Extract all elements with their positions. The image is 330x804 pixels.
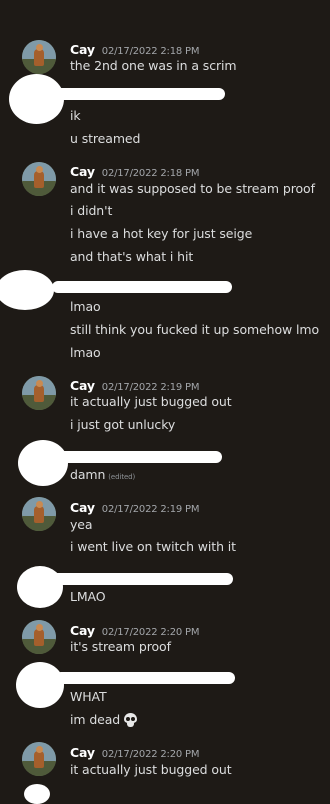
skull-icon [123,713,138,727]
message-text: it actually just bugged out [70,394,232,409]
message-text: still think you fucked it up somehow lmo [70,322,320,337]
redacted-username [55,672,235,684]
redacted-username [50,451,222,463]
message-text: and that's what i hit [70,249,194,264]
message-text: i have a hot key for just seige [70,226,253,241]
timestamp: 02/17/2022 2:18 PM [101,168,200,179]
message-text: i went live on twitch with it [70,539,236,554]
message-header: Cay 02/17/2022 2:18 PM [70,39,200,57]
timestamp: 02/17/2022 2:20 PM [101,627,200,638]
message-header: Cay 02/17/2022 2:18 PM [70,161,200,179]
timestamp: 02/17/2022 2:19 PM [101,382,200,393]
message-text: i just got unlucky [70,417,176,432]
message-list: Cay 02/17/2022 2:18 PM the 2nd one was in… [0,0,330,804]
message-text: u streamed [70,131,141,146]
avatar[interactable] [22,620,56,654]
message-text: WHAT [70,689,107,704]
message-text: the 2nd one was in a scrim [70,58,237,73]
timestamp: 02/17/2022 2:18 PM [101,46,200,57]
message-header: Cay 02/17/2022 2:20 PM [70,620,200,638]
message-text: damn (edited) [70,467,135,485]
username[interactable]: Cay [70,745,95,760]
message-text: im dead [70,712,138,727]
message-text: lmao [70,299,101,314]
message-text: yea [70,517,93,532]
message-text: lmao [70,345,101,360]
message-header: Cay 02/17/2022 2:20 PM [70,742,200,760]
timestamp: 02/17/2022 2:19 PM [101,504,200,515]
redacted-avatar [16,662,64,708]
username[interactable]: Cay [70,42,95,57]
timestamp: 02/17/2022 2:20 PM [101,749,200,760]
avatar[interactable] [22,162,56,196]
message-text: i didn't [70,203,113,218]
redacted-username [45,573,233,585]
message-body: im dead [70,712,121,727]
redacted-username [52,281,232,293]
redacted-username [55,88,225,100]
message-text: LMAO [70,589,106,604]
redacted-avatar [18,440,68,486]
avatar[interactable] [22,742,56,776]
redacted-avatar [9,74,64,124]
message-header: Cay 02/17/2022 2:19 PM [70,375,200,393]
avatar[interactable] [22,40,56,74]
message-text: it actually just bugged out [70,762,232,777]
avatar[interactable] [22,497,56,531]
message-text: it's stream proof [70,639,171,654]
username[interactable]: Cay [70,623,95,638]
username[interactable]: Cay [70,500,95,515]
username[interactable]: Cay [70,164,95,179]
message-text: and it was supposed to be stream proof [70,181,315,196]
message-text: ik [70,108,81,123]
redacted-avatar [24,784,50,804]
username[interactable]: Cay [70,378,95,393]
message-header: Cay 02/17/2022 2:19 PM [70,497,200,515]
edited-label: (edited) [108,473,136,481]
avatar[interactable] [22,376,56,410]
message-body: damn [70,467,106,482]
redacted-avatar [0,270,54,310]
